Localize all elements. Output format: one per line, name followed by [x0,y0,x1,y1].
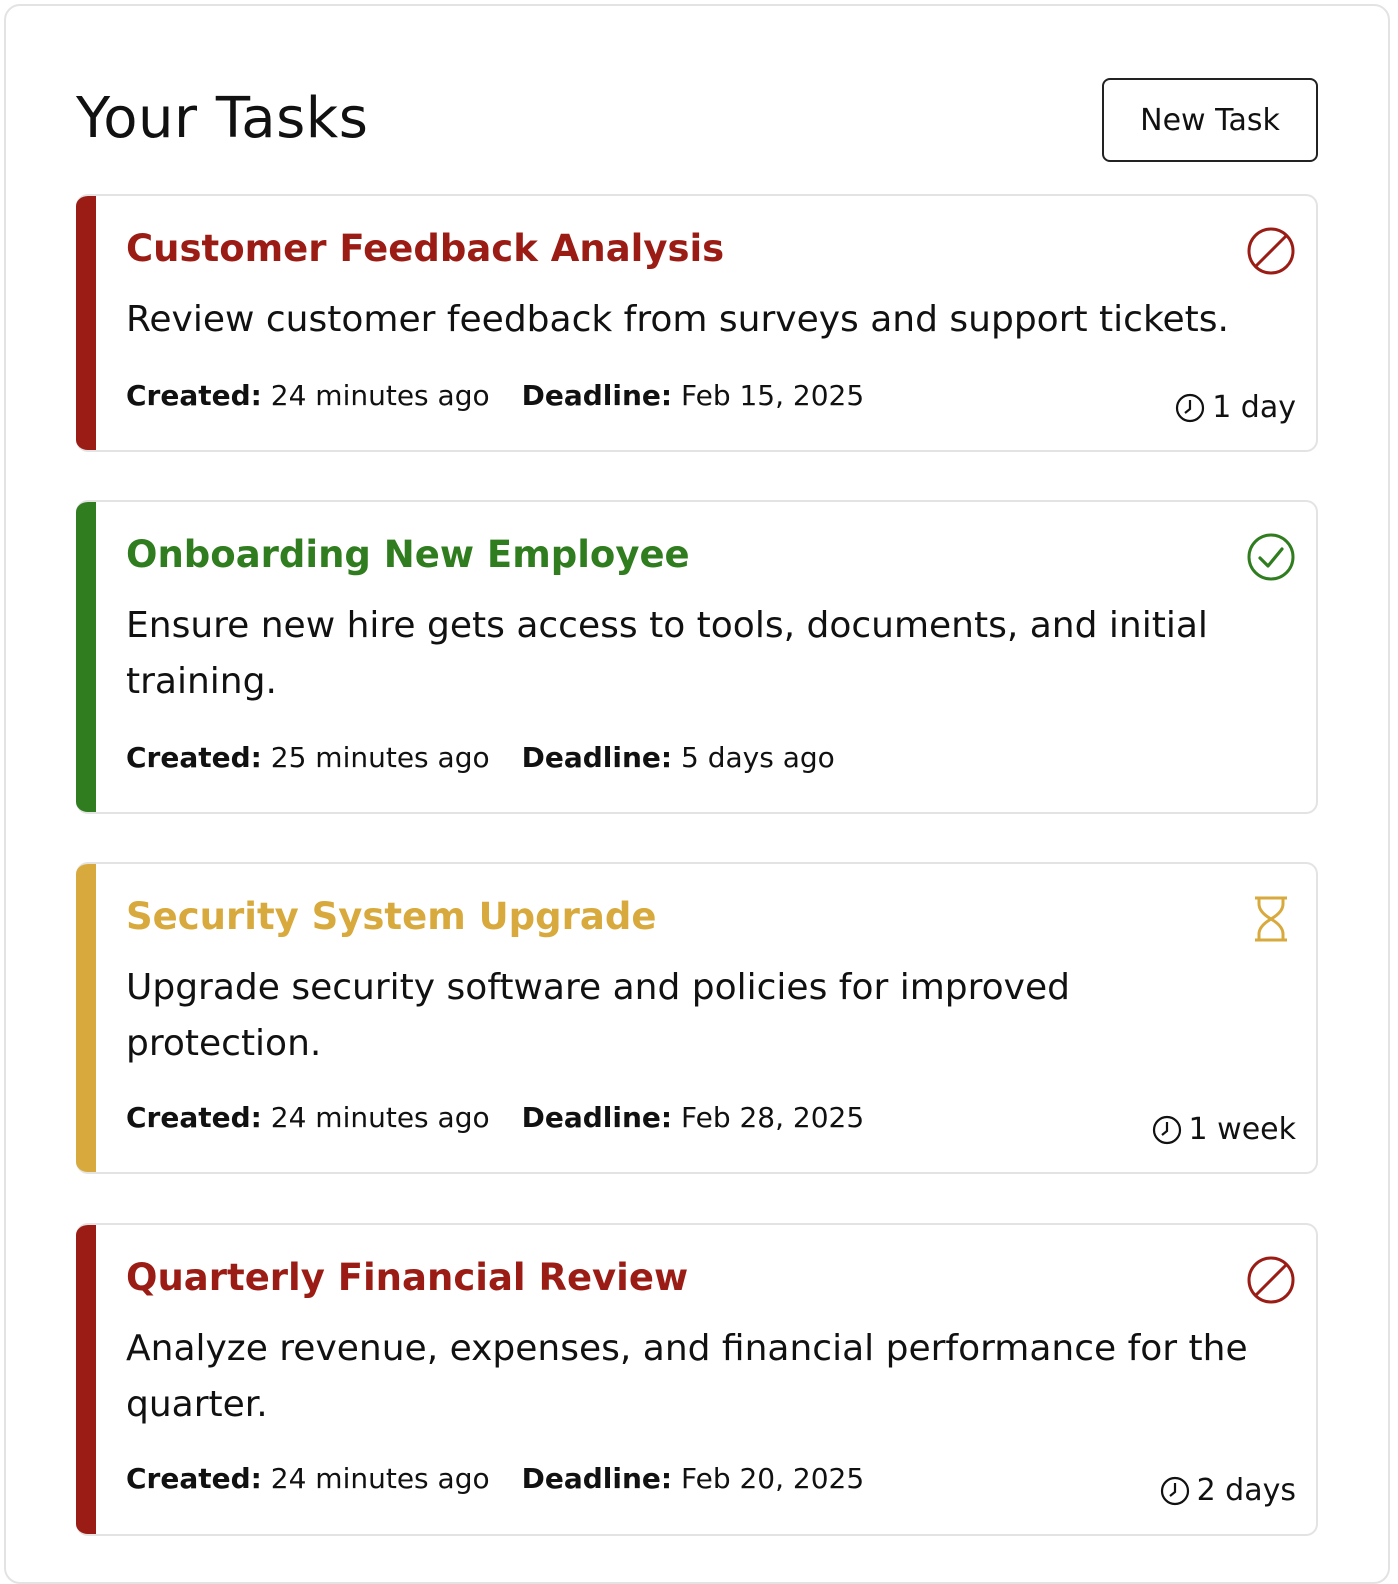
clock-icon [1152,1115,1181,1145]
tasks-header: Your Tasks New Task [76,78,1318,162]
task-description: Ensure new hire gets access to tools, do… [126,605,1208,702]
blocked-icon [1247,1256,1295,1304]
created-field: Created: 24 minutes ago [126,1100,490,1136]
deadline-value: Feb 15, 2025 [681,379,865,412]
deadline-label: Deadline: [521,1462,673,1495]
created-value: 24 minutes ago [270,379,490,412]
created-value: 24 minutes ago [270,1462,490,1495]
task-title: Onboarding New Employee [126,533,690,576]
deadline-value: Feb 28, 2025 [681,1101,865,1134]
blocked-icon [1247,227,1295,275]
time-left: 1 day [1174,390,1296,426]
deadline-label: Deadline: [521,741,673,774]
clock-icon [1160,1476,1189,1506]
page-title: Your Tasks [76,86,369,151]
created-label: Created: [126,1462,262,1495]
time-left: 2 days [1159,1473,1296,1509]
task-title: Customer Feedback Analysis [126,227,725,270]
task-meta: Created: 24 minutes ago Deadline: Feb 28… [126,1100,864,1136]
task-meta: Created: 24 minutes ago Deadline: Feb 20… [126,1461,864,1497]
deadline-value: 5 days ago [681,741,835,774]
task-description: Analyze revenue, expenses, and financial… [126,1328,1248,1425]
created-field: Created: 24 minutes ago [126,1461,490,1497]
new-task-button[interactable]: New Task [1102,78,1318,162]
time-left-value: 2 days [1196,1473,1296,1508]
status-accent-bar [76,1225,96,1534]
task-meta: Created: 25 minutes ago Deadline: 5 days… [126,740,835,776]
task-title: Quarterly Financial Review [126,1256,689,1299]
hourglass-icon [1255,896,1287,942]
deadline-value: Feb 20, 2025 [681,1462,865,1495]
time-left-value: 1 day [1212,390,1296,425]
task-title: Security System Upgrade [126,895,657,938]
task-card[interactable]: Onboarding New Employee Ensure new hire … [76,500,1318,814]
deadline-label: Deadline: [521,379,673,412]
created-field: Created: 24 minutes ago [126,378,490,414]
time-left-value: 1 week [1188,1112,1296,1147]
created-label: Created: [126,379,262,412]
task-meta: Created: 24 minutes ago Deadline: Feb 15… [126,378,864,414]
created-value: 24 minutes ago [270,1101,490,1134]
deadline-field: Deadline: Feb 28, 2025 [522,1100,865,1136]
task-card[interactable]: Customer Feedback Analysis Review custom… [76,194,1318,452]
status-accent-bar [76,196,96,450]
created-field: Created: 25 minutes ago [126,740,490,776]
task-description: Upgrade security software and policies f… [126,967,1070,1064]
created-label: Created: [126,1101,262,1134]
deadline-field: Deadline: Feb 15, 2025 [522,378,865,414]
task-description: Review customer feedback from surveys an… [126,299,1229,340]
task-card[interactable]: Security System Upgrade Upgrade security… [76,862,1318,1174]
deadline-field: Deadline: 5 days ago [522,740,835,776]
created-label: Created: [126,741,262,774]
clock-icon [1176,393,1205,423]
created-value: 25 minutes ago [270,741,490,774]
status-accent-bar [76,502,96,812]
deadline-label: Deadline: [521,1101,673,1134]
time-left: 1 week [1151,1112,1296,1148]
deadline-field: Deadline: Feb 20, 2025 [522,1461,865,1497]
check-circle-icon [1247,533,1295,581]
task-card[interactable]: Quarterly Financial Review Analyze reven… [76,1223,1318,1536]
status-accent-bar [76,864,96,1172]
